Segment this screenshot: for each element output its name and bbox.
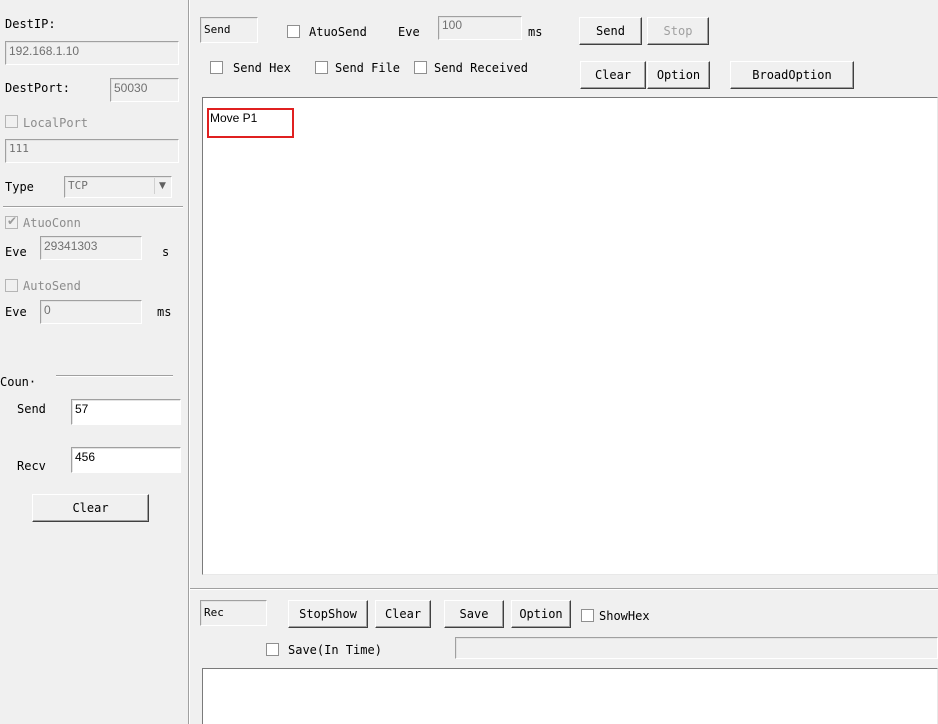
ms-unit: ms	[157, 305, 172, 319]
recv-panel: Rec StopShow Clear Save Option ShowHex S…	[190, 590, 938, 724]
clear-count-button[interactable]: Clear	[32, 494, 149, 522]
stop-show-button[interactable]: StopShow	[288, 600, 368, 628]
local-port-label: LocalPort	[23, 116, 89, 130]
save-in-time-label: Save(In Time)	[288, 643, 382, 657]
send-text-content: Move P1	[210, 111, 258, 125]
send-textarea[interactable]: Move P1	[202, 97, 938, 575]
recv-textarea[interactable]	[202, 668, 938, 724]
auto-conn-label: AtuoConn	[23, 216, 81, 230]
send-file-checkbox[interactable]	[315, 61, 328, 74]
seconds-unit: s	[162, 245, 170, 259]
save-button[interactable]: Save	[444, 600, 504, 628]
clear-send-button[interactable]: Clear	[580, 61, 646, 89]
type-label: Type	[5, 180, 34, 194]
auto-send-checkbox-top[interactable]	[287, 25, 300, 38]
send-count-label: Send	[17, 402, 46, 416]
type-select-value: TCP	[68, 179, 88, 192]
send-mode-box: Send	[200, 17, 258, 43]
send-option-button[interactable]: Option	[647, 61, 710, 89]
auto-send-label: AutoSend	[23, 279, 81, 293]
local-port-checkbox[interactable]	[5, 115, 18, 128]
broad-option-button[interactable]: BroadOption	[730, 61, 854, 89]
check-icon: ✔	[7, 214, 18, 228]
auto-send-label-top: AtuoSend	[309, 25, 367, 39]
eve-label-1: Eve	[5, 245, 27, 259]
eve-label-top: Eve	[398, 25, 420, 39]
send-hex-label: Send Hex	[233, 61, 291, 75]
dest-port-label: DestPort:	[5, 81, 71, 95]
stop-button[interactable]: Stop	[647, 17, 709, 45]
show-hex-label: ShowHex	[599, 609, 650, 623]
auto-send-interval-field[interactable]: 0	[40, 300, 142, 324]
eve-label-2: Eve	[5, 305, 27, 319]
count-group-line	[56, 375, 173, 377]
send-count-field[interactable]: 57	[71, 399, 181, 425]
show-hex-checkbox[interactable]	[581, 609, 594, 622]
send-button[interactable]: Send	[579, 17, 642, 45]
send-received-checkbox[interactable]	[414, 61, 427, 74]
save-in-time-checkbox[interactable]	[266, 643, 279, 656]
auto-conn-checkbox[interactable]: ✔	[5, 214, 18, 229]
dest-ip-field[interactable]: 192.168.1.10	[5, 41, 179, 65]
chevron-down-icon[interactable]: ▼	[154, 178, 170, 194]
send-panel: Send AtuoSend Eve 100 ms Send Stop Send …	[190, 0, 938, 590]
send-interval-field[interactable]: 100	[438, 16, 522, 40]
recv-mode-box: Rec	[200, 600, 267, 626]
ms-label-top: ms	[528, 25, 543, 39]
divider	[3, 206, 183, 208]
save-path-field[interactable]	[455, 637, 938, 659]
count-group-label: Coun·	[0, 375, 37, 389]
type-select[interactable]: TCP ▼	[64, 176, 172, 198]
reconnect-interval-field[interactable]: 29341303	[40, 236, 142, 260]
clear-recv-button[interactable]: Clear	[375, 600, 431, 628]
recv-option-button[interactable]: Option	[511, 600, 571, 628]
send-file-label: Send File	[335, 61, 401, 75]
local-port-field[interactable]: 111	[5, 139, 179, 163]
auto-send-checkbox[interactable]	[5, 279, 18, 292]
dest-port-field[interactable]: 50030	[110, 78, 179, 102]
send-received-label: Send Received	[434, 61, 528, 75]
send-hex-checkbox[interactable]	[210, 61, 223, 74]
dest-ip-label: DestIP:	[5, 17, 56, 31]
recv-count-label: Recv	[17, 459, 46, 473]
recv-count-field[interactable]: 456	[71, 447, 181, 473]
left-panel: DestIP: 192.168.1.10 DestPort: 50030 Loc…	[0, 0, 188, 724]
